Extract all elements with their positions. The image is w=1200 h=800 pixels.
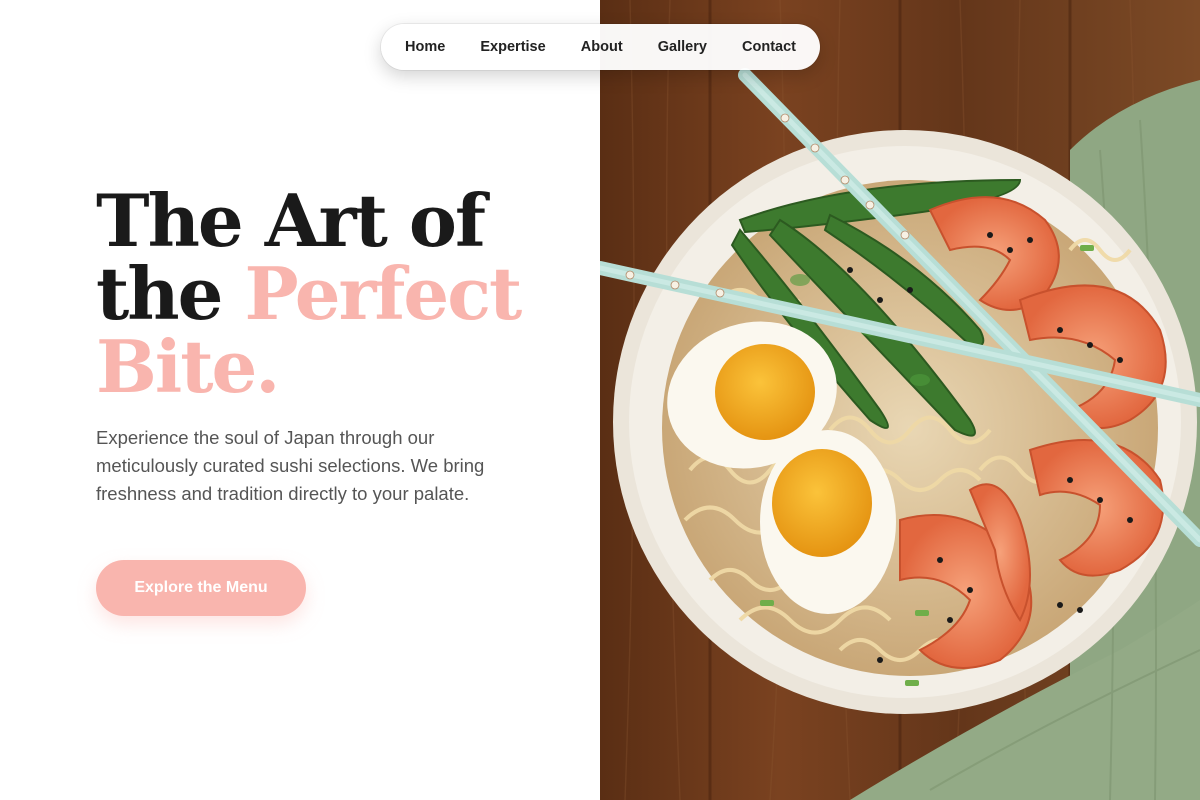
nav-expertise[interactable]: Expertise <box>480 39 545 55</box>
nav-contact[interactable]: Contact <box>742 39 796 55</box>
hero-image <box>600 0 1200 800</box>
hero-headline: The Art of the Perfect Bite. <box>96 184 566 403</box>
nav-gallery[interactable]: Gallery <box>658 39 707 55</box>
hero-panel: The Art of the Perfect Bite. Experience … <box>0 0 600 800</box>
nav-about[interactable]: About <box>581 39 623 55</box>
explore-menu-button[interactable]: Explore the Menu <box>96 560 306 616</box>
hero-description: Experience the soul of Japan through our… <box>96 427 485 504</box>
headline-accent-perfect: Perfect <box>244 251 522 336</box>
main-nav: Home Expertise About Gallery Contact <box>381 24 820 70</box>
headline-accent-bite: Bite. <box>96 324 280 409</box>
ramen-bowl-illustration <box>600 0 1200 800</box>
nav-home[interactable]: Home <box>405 39 445 55</box>
